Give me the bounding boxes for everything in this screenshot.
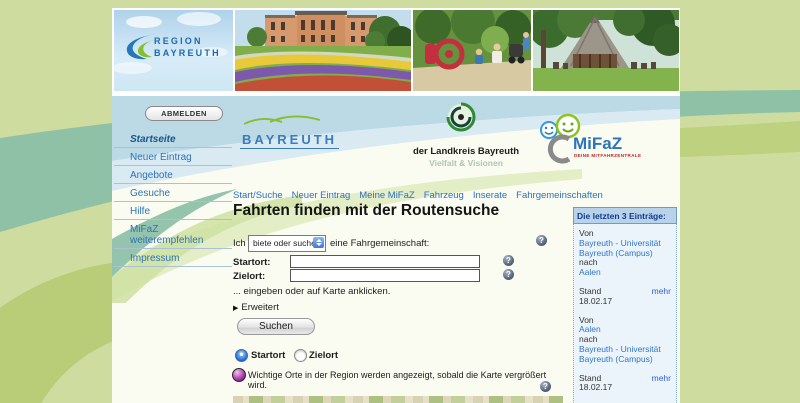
mifaz-logo-slogan: DEINE MITFAHRZENTRALE	[574, 153, 641, 158]
hills-icon	[240, 114, 330, 126]
entry-to-link[interactable]: Aalen	[579, 268, 671, 278]
photo-festspielhaus	[235, 10, 411, 91]
sidebar-menu: StartseiteNeuer EintragAngeboteGesucheHi…	[114, 130, 232, 267]
sidebar-item-angebote[interactable]: Angebote	[114, 166, 232, 184]
bayreuth-city-logo: BAYREUTH	[240, 113, 370, 149]
erweitert-label: Erweitert	[241, 302, 278, 313]
help-icon[interactable]: ?	[503, 269, 514, 280]
bayreuth-city-logo-text: BAYREUTH	[240, 132, 339, 149]
nav-link-fahrgemeinschaften[interactable]: Fahrgemeinschaften	[516, 190, 603, 201]
ich-label: Ich	[233, 238, 246, 249]
radio-startort[interactable]	[235, 349, 248, 362]
sidebar-item-hilfe[interactable]: Hilfe	[114, 202, 232, 220]
sidebar-item-gesuche[interactable]: Gesuche	[114, 184, 232, 202]
map-entry-hint: ... eingeben oder auf Karte anklicken.	[233, 286, 390, 297]
select-value: biete oder suche	[253, 238, 316, 248]
landkreis-swirl-icon	[446, 102, 476, 132]
map-note: Wichtige Orte in der Region werden angez…	[248, 370, 548, 390]
startort-input[interactable]	[290, 255, 480, 268]
region-logo-line1: REGION	[154, 36, 203, 47]
zielort-label: Zielort:	[233, 271, 265, 282]
erweitert-toggle[interactable]: ▶Erweitert	[233, 302, 279, 313]
entry-mehr-link[interactable]: mehr	[652, 374, 671, 384]
mifaz-logo-text: MiFaZ	[573, 134, 622, 154]
entry-date: 18.02.17	[579, 383, 671, 393]
page: REGION BAYREUTH	[112, 8, 680, 403]
sidebar-item-startseite[interactable]: Startseite	[114, 130, 232, 148]
main-nav: Start/Suche Neuer Eintrag Meine MiFaZ Fahrz…	[233, 185, 653, 203]
recent-entries-panel: Die letzten 3 Einträge: VonBayreuth - Un…	[573, 207, 677, 403]
help-icon[interactable]: ?	[536, 235, 547, 246]
photo-playground	[413, 10, 531, 91]
landkreis-logo-slogan: Vielfalt & Visionen	[400, 158, 532, 168]
nav-link-inserate[interactable]: Inserate	[473, 190, 507, 201]
recent-entry: VonAalennachBayreuth - Universität Bayre…	[579, 316, 671, 394]
screen: REGION BAYREUTH	[0, 0, 800, 403]
photo-museum-house	[533, 10, 679, 91]
entry-date: 18.02.17	[579, 297, 671, 307]
sidebar-item-impressum[interactable]: Impressum	[114, 249, 232, 267]
entry-from-link[interactable]: Bayreuth - Universität Bayreuth (Campus)	[579, 239, 671, 259]
recent-entry: VonBayreuth - Universität Bayreuth (Camp…	[579, 229, 671, 307]
region-logo-panel: REGION BAYREUTH	[114, 10, 233, 91]
nav-link-start-suche[interactable]: Start/Suche	[233, 190, 283, 201]
recent-entries-title: Die letzten 3 Einträge:	[573, 207, 677, 224]
entry-mehr-link[interactable]: mehr	[652, 287, 671, 297]
radio-zielort[interactable]	[294, 349, 307, 362]
offer-seek-select[interactable]: biete oder suche	[248, 235, 326, 252]
triangle-right-icon: ▶	[233, 305, 238, 312]
region-logo-line2: BAYREUTH	[154, 48, 221, 59]
help-icon[interactable]: ?	[503, 255, 514, 266]
radio-zielort-label: Zielort	[309, 350, 338, 361]
map-marker-icon	[232, 368, 246, 382]
landkreis-logo-text: der Landkreis Bayreuth	[400, 146, 532, 157]
fahrgemeinschaft-label: eine Fahrgemeinschaft:	[330, 238, 429, 249]
suchen-button[interactable]: Suchen	[237, 318, 315, 335]
select-stepper-icon	[313, 237, 324, 248]
nav-link-fahrzeug[interactable]: Fahrzeug	[424, 190, 464, 201]
radio-startort-label: Startort	[251, 350, 285, 361]
abmelden-button[interactable]: ABMELDEN	[145, 106, 223, 121]
page-title: Fahrten finden mit der Routensuche	[233, 202, 499, 220]
map-preview-strip[interactable]	[233, 396, 563, 403]
zielort-input[interactable]	[290, 269, 480, 282]
nav-link-meine-mifaz[interactable]: Meine MiFaZ	[359, 190, 414, 201]
help-icon[interactable]: ?	[540, 381, 551, 392]
sidebar-item-neuer-eintrag[interactable]: Neuer Eintrag	[114, 148, 232, 166]
sidebar-item-mifaz-weiterempfehlen[interactable]: MiFaZ weiterempfehlen	[114, 220, 232, 249]
recent-entries: VonBayreuth - Universität Bayreuth (Camp…	[573, 224, 677, 403]
startort-label: Startort:	[233, 257, 270, 268]
nav-link-neuer-eintrag[interactable]: Neuer Eintrag	[292, 190, 351, 201]
entry-to-link[interactable]: Bayreuth - Universität Bayreuth (Campus)	[579, 345, 671, 365]
